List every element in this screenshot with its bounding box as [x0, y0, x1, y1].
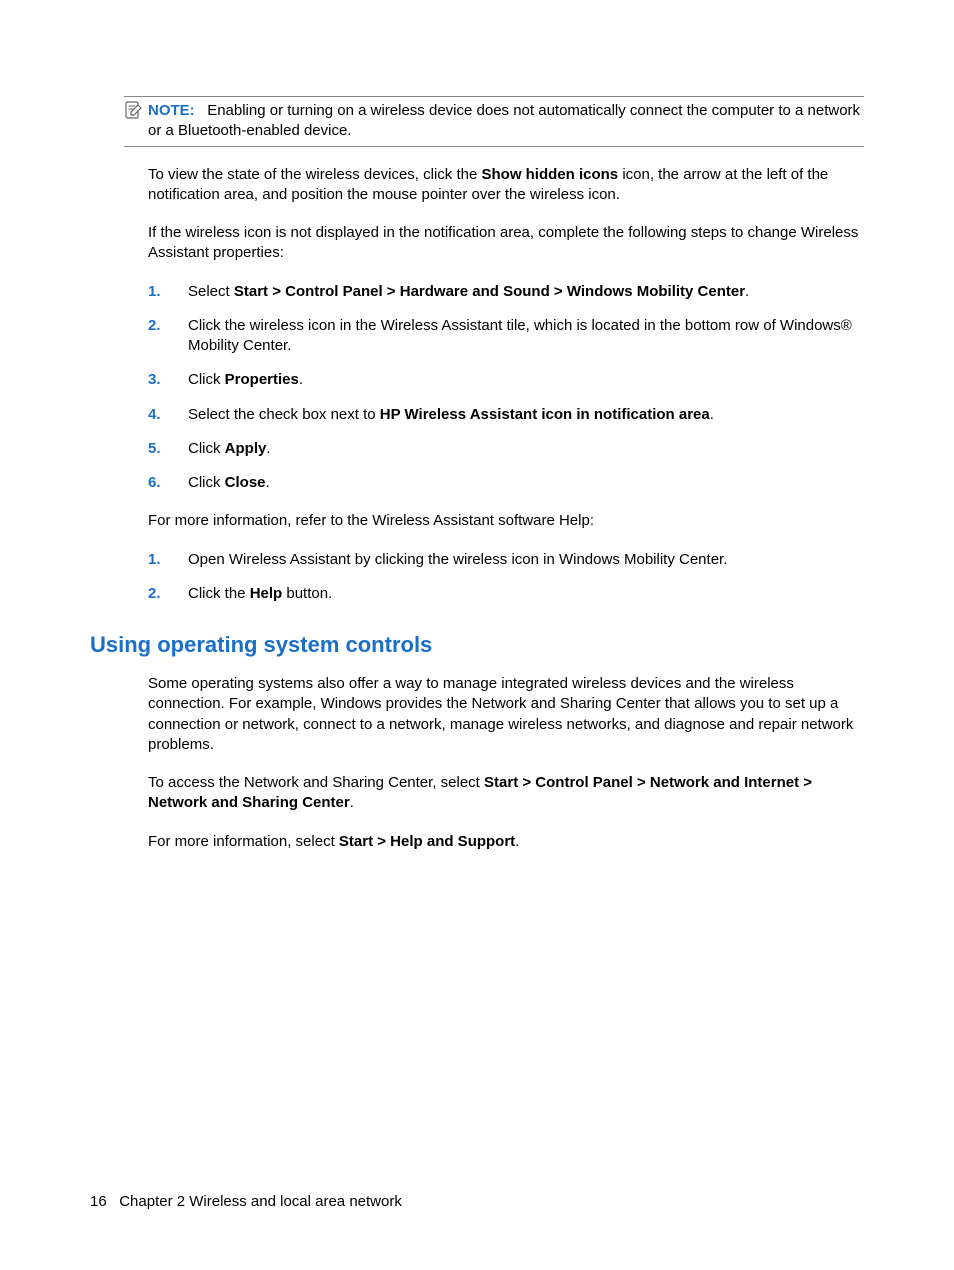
paragraph: For more information, refer to the Wirel…	[148, 511, 864, 531]
list-item: 1. Open Wireless Assistant by clicking t…	[148, 550, 864, 570]
step-text: Select the check box next to HP Wireless…	[188, 405, 714, 425]
bold-text: Help	[250, 585, 283, 602]
text-run: Select the check box next to	[188, 406, 380, 423]
step-number: 4.	[148, 405, 168, 425]
bold-text: Apply	[225, 440, 267, 457]
step-text: Open Wireless Assistant by clicking the …	[188, 550, 727, 570]
text-run: Click the	[188, 585, 250, 602]
steps-list-b: 1. Open Wireless Assistant by clicking t…	[148, 550, 864, 605]
text-run: .	[299, 371, 303, 388]
list-item: 2. Click the Help button.	[148, 584, 864, 604]
bold-text: Properties	[225, 371, 299, 388]
list-item: 1. Select Start > Control Panel > Hardwa…	[148, 282, 864, 302]
note-icon	[124, 101, 142, 119]
list-item: 6. Click Close.	[148, 473, 864, 493]
text-run: .	[710, 406, 714, 423]
text-run: Click	[188, 474, 225, 491]
list-item: 2. Click the wireless icon in the Wirele…	[148, 316, 864, 357]
bold-text: Start > Control Panel > Hardware and Sou…	[234, 283, 745, 300]
paragraph: Some operating systems also offer a way …	[148, 674, 864, 755]
step-number: 2.	[148, 316, 168, 357]
bold-text: Start > Help and Support	[339, 833, 515, 850]
note-text: Enabling or turning on a wireless device…	[148, 102, 860, 139]
paragraph: To access the Network and Sharing Center…	[148, 773, 864, 814]
text-run: Click	[188, 440, 225, 457]
text-run: Click	[188, 371, 225, 388]
step-number: 6.	[148, 473, 168, 493]
bold-text: HP Wireless Assistant icon in notificati…	[380, 406, 710, 423]
note-callout: NOTE: Enabling or turning on a wireless …	[124, 96, 864, 147]
step-number: 3.	[148, 370, 168, 390]
page-number: 16	[90, 1193, 107, 1210]
step-text: Click the wireless icon in the Wireless …	[188, 316, 864, 357]
paragraph: To view the state of the wireless device…	[148, 165, 864, 206]
list-item: 3. Click Properties.	[148, 370, 864, 390]
text-run: button.	[282, 585, 332, 602]
section-heading: Using operating system controls	[90, 632, 864, 658]
paragraph: If the wireless icon is not displayed in…	[148, 223, 864, 264]
step-text: Select Start > Control Panel > Hardware …	[188, 282, 749, 302]
list-item: 4. Select the check box next to HP Wirel…	[148, 405, 864, 425]
text-run: .	[266, 440, 270, 457]
body-text-block: To view the state of the wireless device…	[148, 165, 864, 605]
text-run: To view the state of the wireless device…	[148, 166, 481, 183]
note-label: NOTE:	[148, 102, 195, 119]
page-footer: 16 Chapter 2 Wireless and local area net…	[90, 1193, 402, 1210]
steps-list-a: 1. Select Start > Control Panel > Hardwa…	[148, 282, 864, 494]
os-controls-block: Some operating systems also offer a way …	[148, 674, 864, 852]
text-run: For more information, select	[148, 833, 339, 850]
text-run: .	[745, 283, 749, 300]
text-run: Select	[188, 283, 234, 300]
step-text: Click Apply.	[188, 439, 271, 459]
bold-text: Show hidden icons	[481, 166, 618, 183]
text-run: .	[515, 833, 519, 850]
step-number: 2.	[148, 584, 168, 604]
step-text: Click the Help button.	[188, 584, 332, 604]
chapter-label: Chapter 2 Wireless and local area networ…	[119, 1193, 402, 1210]
list-item: 5. Click Apply.	[148, 439, 864, 459]
document-page: { "note": { "label": "NOTE:", "text": "E…	[0, 0, 954, 1270]
step-text: Click Close.	[188, 473, 270, 493]
step-text: Click Properties.	[188, 370, 303, 390]
text-run: To access the Network and Sharing Center…	[148, 774, 484, 791]
step-number: 1.	[148, 550, 168, 570]
text-run: .	[266, 474, 270, 491]
paragraph: For more information, select Start > Hel…	[148, 832, 864, 852]
bold-text: Close	[225, 474, 266, 491]
text-run: .	[350, 794, 354, 811]
step-number: 1.	[148, 282, 168, 302]
step-number: 5.	[148, 439, 168, 459]
